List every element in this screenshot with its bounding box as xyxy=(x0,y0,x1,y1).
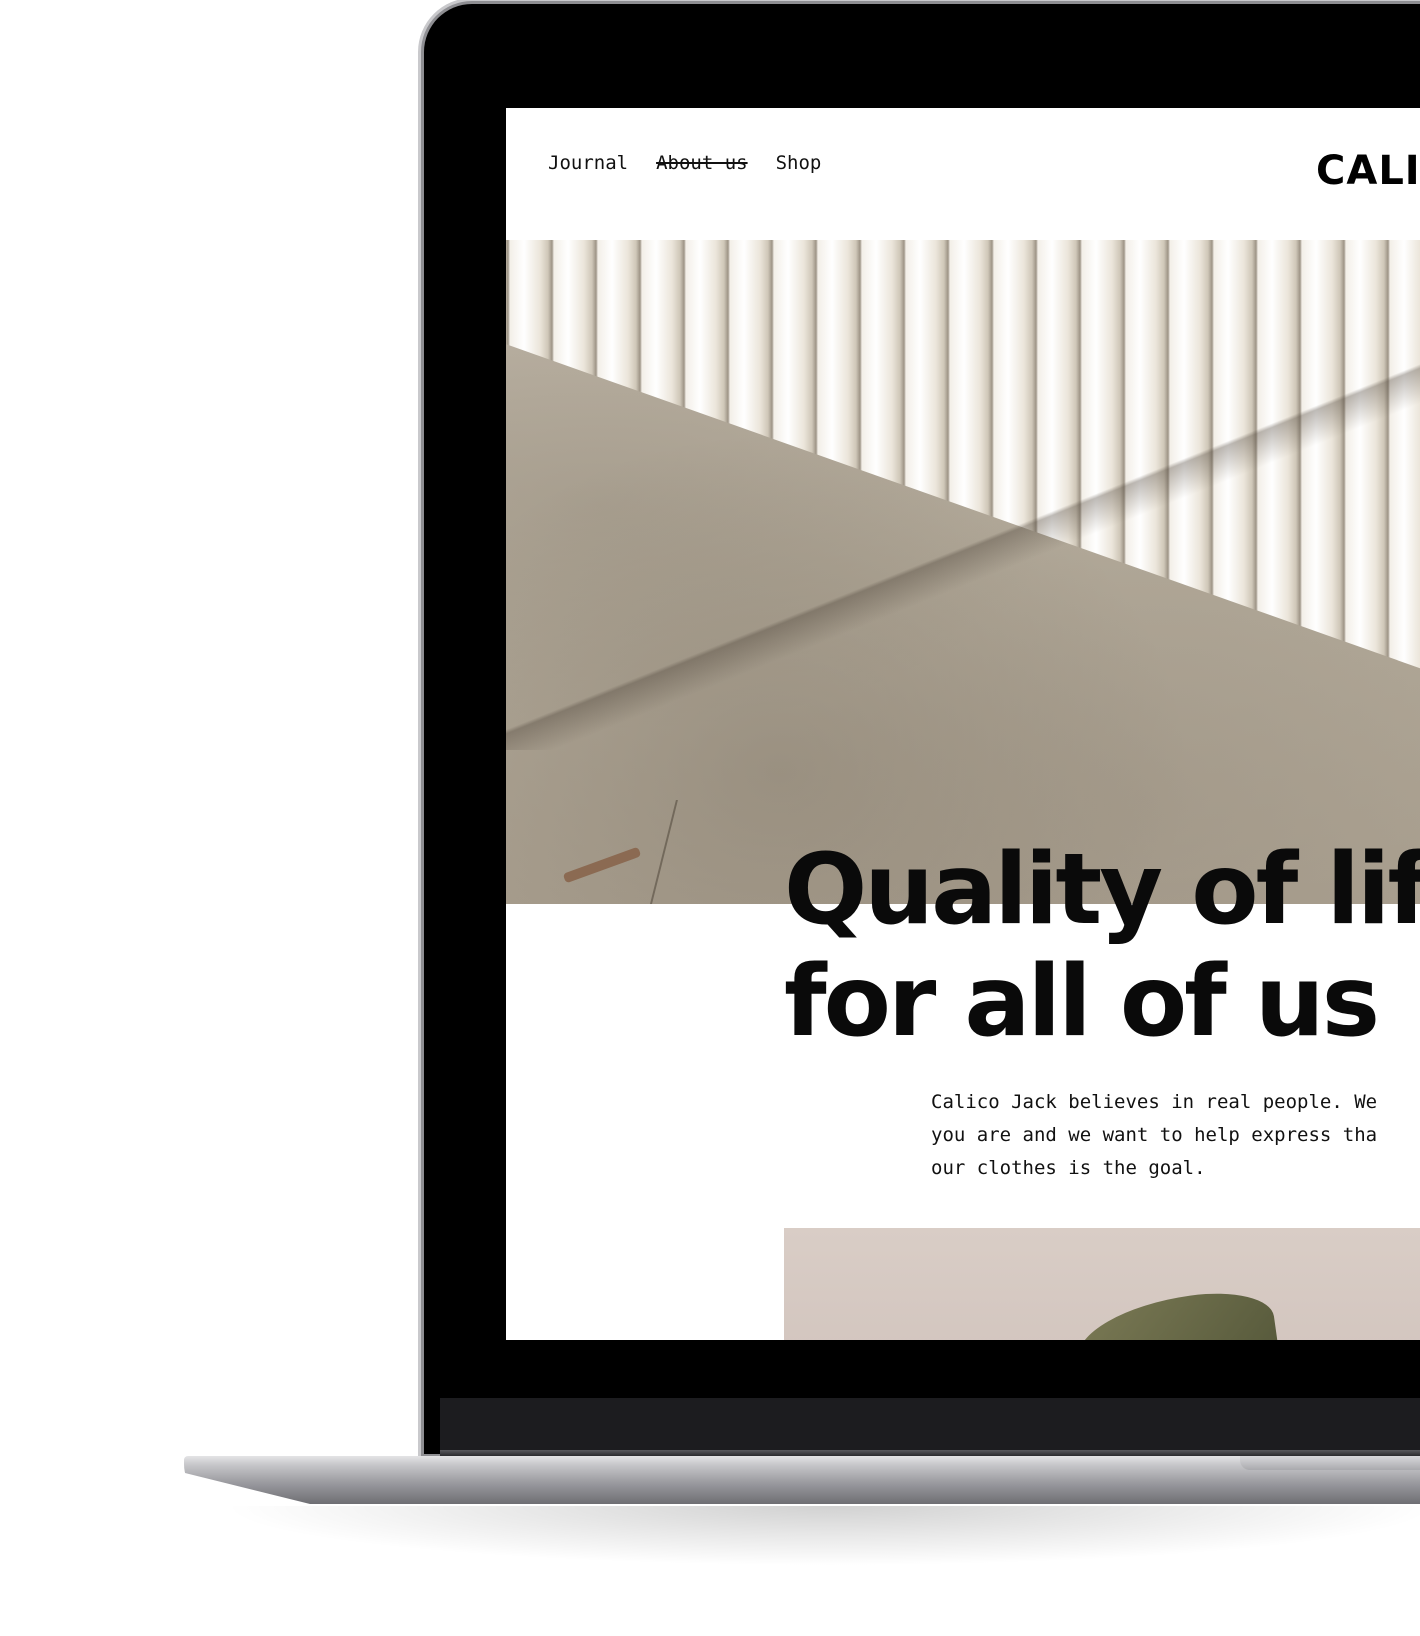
intro-line-3: our clothes is the goal. xyxy=(931,1157,1206,1179)
laptop-base-notch xyxy=(1240,1456,1420,1470)
hero-headline-line-1: Quality of life xyxy=(784,833,1420,947)
laptop-base xyxy=(184,1456,1420,1504)
mockup-stage: Journal About us Shop CALI Quality of li… xyxy=(0,0,1420,1636)
laptop-screen: Journal About us Shop CALI Quality of li… xyxy=(506,108,1420,1340)
nav-link-shop[interactable]: Shop xyxy=(776,152,822,174)
nav-link-about-us[interactable]: About us xyxy=(656,152,748,174)
laptop-shadow xyxy=(220,1506,1420,1566)
floor-debris xyxy=(562,846,642,884)
hero-headline-line-2: for all of us xyxy=(784,945,1380,1059)
site-header: Journal About us Shop CALI xyxy=(506,108,1420,240)
leaf-shape xyxy=(1071,1284,1281,1340)
intro-paragraph: Calico Jack believes in real people. We … xyxy=(931,1086,1420,1185)
secondary-image xyxy=(784,1228,1420,1340)
intro-line-1: Calico Jack believes in real people. We xyxy=(931,1091,1378,1113)
column-shadow xyxy=(506,310,1420,750)
floor-crack xyxy=(636,800,738,904)
laptop-lid-chin xyxy=(440,1398,1420,1454)
hero-headline: Quality of life for all of us xyxy=(784,834,1420,1058)
brand-logo[interactable]: CALI xyxy=(1316,148,1420,194)
primary-nav: Journal About us Shop xyxy=(548,152,821,174)
hero-image xyxy=(506,240,1420,904)
intro-line-2: you are and we want to help express tha xyxy=(931,1124,1378,1146)
nav-link-journal[interactable]: Journal xyxy=(548,152,628,174)
